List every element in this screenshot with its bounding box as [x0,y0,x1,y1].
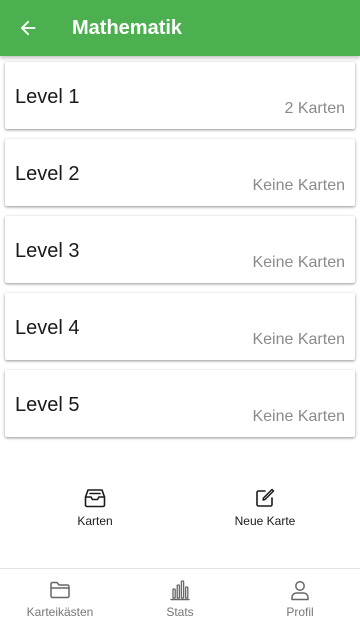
app-bar: Mathematik [0,0,360,56]
level-title: Level 2 [15,163,80,185]
new-card-button[interactable]: Neue Karte [225,487,305,528]
level-card-count: 2 Karten [284,100,345,117]
nav-item-profil[interactable]: Profil [240,569,360,625]
level-card-count: Keine Karten [252,331,345,348]
user-icon [288,578,312,602]
level-card-count: Keine Karten [252,177,345,194]
back-button[interactable] [0,0,56,56]
bar-chart-icon [168,578,192,602]
nav-label-karteikaesten: Karteikästen [26,605,94,619]
new-card-label: Neue Karte [234,514,296,528]
level-card-3[interactable]: Level 3 Keine Karten [5,216,355,283]
arrow-left-icon [20,20,36,36]
page-title: Mathematik [72,16,183,39]
inbox-icon [84,487,106,509]
edit-icon [254,487,276,509]
nav-label-profil: Profil [286,605,314,619]
bottom-navigation: Karteikästen Stats Profil [0,568,360,625]
level-card-1[interactable]: Level 1 2 Karten [5,62,355,129]
folder-icon [48,578,72,602]
app-screen: Mathematik Level 1 2 Karten Level 2 Kein… [0,0,360,625]
nav-label-stats: Stats [166,605,194,619]
karten-button[interactable]: Karten [65,487,125,528]
level-title: Level 1 [15,86,80,108]
level-title: Level 4 [15,317,80,339]
level-list: Level 1 2 Karten Level 2 Keine Karten Le… [0,62,360,447]
level-title: Level 3 [15,240,80,262]
level-card-count: Keine Karten [252,254,345,271]
nav-item-stats[interactable]: Stats [120,569,240,625]
nav-item-karteikaesten[interactable]: Karteikästen [0,569,120,625]
level-card-2[interactable]: Level 2 Keine Karten [5,139,355,206]
level-title: Level 5 [15,394,80,416]
karten-label: Karten [77,514,113,528]
action-bar: Karten Neue Karte [0,487,360,531]
level-card-count: Keine Karten [252,408,345,425]
level-card-4[interactable]: Level 4 Keine Karten [5,293,355,360]
level-card-5[interactable]: Level 5 Keine Karten [5,370,355,437]
